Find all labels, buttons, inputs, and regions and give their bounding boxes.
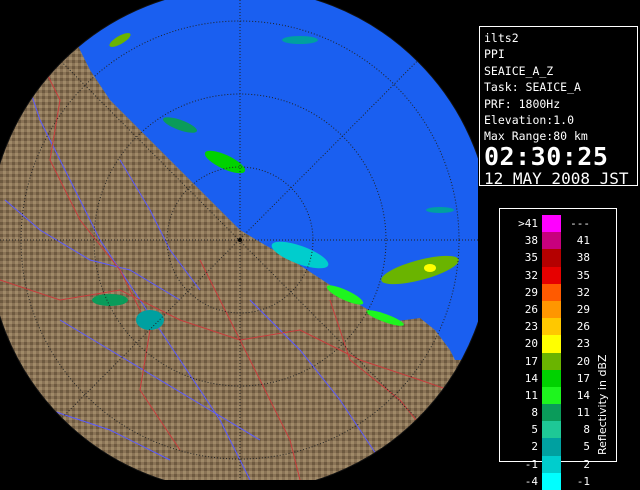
elevation-value: Elevation:1.0 xyxy=(484,113,575,128)
legend-swatch xyxy=(542,249,561,267)
legend-swatch xyxy=(542,318,561,336)
legend-low-label: 17 xyxy=(524,354,538,368)
radar-ppi-display[interactable] xyxy=(0,0,478,480)
radar-site-icon xyxy=(238,238,242,242)
legend-row: 23 26 xyxy=(506,318,590,336)
legend-swatch xyxy=(542,369,561,387)
scan-name: SEAICE_A_Z xyxy=(484,63,554,78)
legend-high-label: 17 xyxy=(576,371,590,385)
legend-swatch xyxy=(542,455,561,473)
legend-high-label: 35 xyxy=(576,268,590,282)
legend-high-label: 11 xyxy=(576,406,590,420)
legend-low-label: 23 xyxy=(524,320,538,334)
legend-swatch xyxy=(542,335,561,353)
legend-low-label: 14 xyxy=(524,371,538,385)
legend-low-label: 20 xyxy=(524,337,538,351)
legend-low-label: 8 xyxy=(531,406,538,420)
legend-row: 25 xyxy=(506,438,590,456)
legend-low-label: 38 xyxy=(524,234,538,248)
legend-swatch xyxy=(542,232,561,250)
legend-low-label: -1 xyxy=(524,457,538,471)
legend-high-label: --- xyxy=(570,217,590,230)
legend-row: 8 11 xyxy=(506,404,590,422)
legend-row: 32 35 xyxy=(506,266,590,284)
legend-row: >41 --- xyxy=(506,215,590,233)
legend-low-label: 26 xyxy=(524,302,538,316)
reflectivity-legend: >41 --- 38 41 35 38 32 35 29 32 26 29 23 26 20 23 17 20 14… xyxy=(499,208,617,490)
legend-high-label: 26 xyxy=(576,320,590,334)
legend-low-label: 32 xyxy=(524,268,538,282)
legend-row: 35 38 xyxy=(506,249,590,267)
legend-high-label: 29 xyxy=(576,302,590,316)
prf-value: PRF: 1800Hz xyxy=(484,96,561,111)
station-name: ilts2 xyxy=(484,31,519,45)
legend-high-label: 32 xyxy=(576,285,590,299)
legend-row: 11 14 xyxy=(506,386,590,405)
legend-swatch xyxy=(542,352,561,370)
legend-high-label: 38 xyxy=(576,251,590,265)
legend-swatch xyxy=(542,438,561,456)
legend-high-label: 20 xyxy=(576,354,590,368)
legend-swatch xyxy=(542,472,561,490)
legend-low-label: 29 xyxy=(524,285,538,299)
legend-row: -1 2 xyxy=(506,455,590,473)
legend-high-label: 41 xyxy=(576,234,590,248)
scan-date: 12 MAY 2008 JST xyxy=(484,168,629,188)
scan-time: 02:30:25 xyxy=(484,141,609,171)
legend-swatch xyxy=(542,300,561,319)
legend-swatch xyxy=(542,283,561,301)
legend-rows: >41 --- 38 41 35 38 32 35 29 32 26 29 23 26 20 23 17 20 14… xyxy=(506,215,590,490)
legend-swatch xyxy=(542,404,561,422)
legend-low-label: 11 xyxy=(524,388,538,402)
legend-high-label: 5 xyxy=(583,440,590,454)
legend-high-label: 14 xyxy=(576,388,590,402)
legend-swatch xyxy=(542,421,561,439)
legend-swatch xyxy=(542,266,561,284)
legend-high-label: 23 xyxy=(576,337,590,351)
legend-row: 20 23 xyxy=(506,335,590,353)
legend-title: Reflectivity in dBZ xyxy=(596,354,609,455)
legend-row: -4 -1 xyxy=(506,472,590,490)
legend-high-label: -1 xyxy=(576,474,590,488)
legend-row: 17 20 xyxy=(506,352,590,370)
scan-info-panel: ilts2 PPI SEAICE_A_Z Task: SEAICE_A PRF:… xyxy=(479,26,638,188)
legend-high-label: 2 xyxy=(583,457,590,471)
legend-low-label: 2 xyxy=(531,440,538,454)
radar-map-svg xyxy=(0,0,478,480)
legend-swatch xyxy=(542,386,561,405)
legend-row: 58 xyxy=(506,421,590,439)
legend-swatch xyxy=(542,215,561,233)
task-name: Task: SEAICE_A xyxy=(484,80,581,95)
legend-low-label: 5 xyxy=(531,423,538,437)
legend-row: 26 29 xyxy=(506,300,590,319)
legend-low-label: -4 xyxy=(524,474,538,488)
legend-low-label: >41 xyxy=(518,217,538,230)
legend-row: 14 17 xyxy=(506,369,590,387)
legend-high-label: 8 xyxy=(583,423,590,437)
legend-row: 38 41 xyxy=(506,232,590,250)
legend-low-label: 35 xyxy=(524,251,538,265)
product-type: PPI xyxy=(484,47,505,62)
legend-row: 29 32 xyxy=(506,283,590,301)
